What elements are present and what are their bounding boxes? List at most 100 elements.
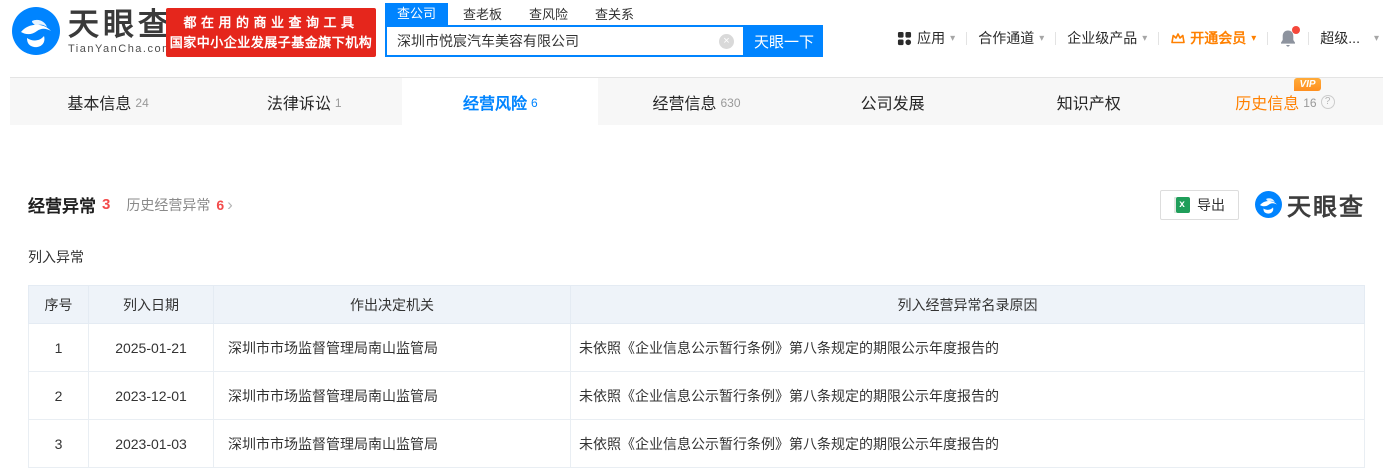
promo-banner-line2: 国家中小企业发展子基金旗下机构	[169, 35, 373, 50]
notification-bell[interactable]	[1279, 25, 1301, 48]
tab-business-risk[interactable]: 经营风险 6	[402, 78, 599, 125]
nav-label-apps: 应用	[917, 30, 946, 46]
search-tabs: 查公司 查老板 查风险 查关系	[385, 3, 823, 25]
tab-inner: 经营信息 630	[652, 90, 740, 114]
history-link-label: 历史经营异常	[126, 196, 211, 213]
tab-label: 知识产权	[1056, 95, 1121, 113]
brand-text: 天眼查 TianYanCha.com	[68, 7, 173, 55]
tab-label: 经营风险	[463, 95, 528, 113]
tab-count: 1	[334, 95, 342, 110]
tab-label: 法律诉讼	[266, 95, 331, 113]
notification-dot	[1292, 25, 1301, 34]
main-content: 经营异常 3 历史经营异常 6 › x 导出 天眼查 列入异常 序号 列入日期 …	[0, 187, 1393, 468]
cell-date: 2025-01-21	[88, 323, 214, 372]
tab-company-development[interactable]: 公司发展	[795, 78, 991, 125]
tab-label: 基本信息	[67, 95, 132, 113]
nav-item-enterprise[interactable]: 企业级产品 ▾	[1067, 28, 1147, 48]
tab-label: 经营信息	[652, 95, 717, 113]
search-tab-relation[interactable]: 查关系	[595, 5, 634, 25]
nav-item-partner[interactable]: 合作通道 ▾	[978, 28, 1044, 48]
tab-label: 历史信息	[1235, 95, 1300, 113]
search-row: × 天眼一下	[385, 25, 823, 57]
history-link-count: 6	[216, 196, 225, 213]
section-actions: x 导出 天眼查	[1160, 187, 1365, 222]
nav-divider	[1308, 31, 1310, 45]
nav-divider	[1055, 31, 1057, 45]
help-icon[interactable]: ?	[1320, 94, 1335, 109]
tab-count: 16	[1303, 95, 1317, 110]
export-button[interactable]: x 导出	[1160, 189, 1239, 220]
cell-reason: 未依照《企业信息公示暂行条例》第八条规定的期限公示年度报告的	[570, 371, 1365, 420]
tab-basic-info[interactable]: 基本信息 24	[10, 78, 206, 125]
cell-authority: 深圳市市场监督管理局南山监管局	[213, 371, 571, 420]
tianyancha-swirl-icon	[12, 7, 60, 55]
brand-domain: TianYanCha.com	[68, 42, 173, 55]
cell-date: 2023-01-03	[88, 419, 214, 468]
history-abnormal-link[interactable]: 历史经营异常 6 ›	[126, 195, 232, 215]
nav-divider	[966, 31, 968, 45]
table-header-row: 序号 列入日期 作出决定机关 列入经营异常名录原因	[28, 285, 1365, 324]
cell-authority: 深圳市市场监督管理局南山监管局	[213, 323, 571, 372]
col-header-index: 序号	[28, 285, 89, 324]
promo-banner-line1: 都在用的商业查询工具	[183, 15, 359, 30]
cell-index: 2	[28, 371, 89, 420]
cell-reason: 未依照《企业信息公示暂行条例》第八条规定的期限公示年度报告的	[570, 323, 1365, 372]
section-title: 经营异常	[28, 197, 96, 216]
cell-authority: 深圳市市场监督管理局南山监管局	[213, 419, 571, 468]
cell-index: 3	[28, 419, 89, 468]
cell-reason: 未依照《企业信息公示暂行条例》第八条规定的期限公示年度报告的	[570, 419, 1365, 468]
tab-inner: 基本信息 24	[67, 90, 148, 114]
tianyancha-page: 天眼查 TianYanCha.com 都在用的商业查询工具 国家中小企业发展子基…	[0, 0, 1393, 468]
tab-count: 630	[720, 95, 741, 110]
tab-label: 公司发展	[860, 95, 925, 113]
search-block: 查公司 查老板 查风险 查关系 × 天眼一下	[385, 3, 823, 57]
nav-divider	[1158, 31, 1160, 45]
watermark-text: 天眼查	[1287, 194, 1365, 221]
subsection-title: 列入异常	[28, 249, 84, 265]
tianyancha-swirl-icon	[1255, 191, 1282, 218]
caret-down-icon: ▾	[1142, 32, 1148, 44]
caret-down-icon: ▾	[1251, 32, 1257, 44]
tab-intellectual-property[interactable]: 知识产权	[991, 78, 1187, 125]
tab-inner: VIP 历史信息 16 ?	[1235, 77, 1335, 114]
promo-banner: 都在用的商业查询工具 国家中小企业发展子基金旗下机构	[166, 8, 376, 57]
brand-logo[interactable]: 天眼查 TianYanCha.com	[12, 7, 173, 55]
chevron-right-icon: ›	[227, 194, 233, 214]
nav-item-apps[interactable]: 应用 ▾	[897, 28, 955, 48]
nav-label-partner: 合作通道	[978, 30, 1035, 46]
search-button[interactable]: 天眼一下	[745, 25, 823, 57]
search-tab-risk[interactable]: 查风险	[529, 5, 568, 25]
watermark-logo: 天眼查	[1255, 187, 1365, 222]
tab-count: 6	[531, 95, 538, 110]
table-row: 1 2025-01-21 深圳市市场监督管理局南山监管局 未依照《企业信息公示暂…	[28, 323, 1365, 372]
search-input-wrap: ×	[385, 25, 745, 57]
tab-history-info[interactable]: VIP 历史信息 16 ?	[1187, 77, 1383, 125]
search-tab-company[interactable]: 查公司	[385, 3, 449, 25]
caret-down-icon: ▾	[950, 32, 956, 44]
crown-icon	[1171, 33, 1186, 44]
nav-item-account[interactable]: 超级... ▾	[1320, 28, 1379, 48]
excel-icon: x	[1174, 196, 1190, 213]
search-tab-boss[interactable]: 查老板	[463, 5, 502, 25]
tab-legal-proceedings[interactable]: 法律诉讼 1	[206, 78, 402, 125]
top-nav: 应用 ▾ 合作通道 ▾ 企业级产品 ▾ 开通会员 ▾ 超级... ▾	[897, 25, 1379, 51]
clear-icon[interactable]: ×	[719, 34, 734, 49]
nav-item-vip[interactable]: 开通会员 ▾	[1170, 28, 1256, 48]
tab-inner: 知识产权	[1057, 90, 1121, 114]
tab-inner: 公司发展	[861, 90, 925, 114]
nav-label-enterprise: 企业级产品	[1067, 30, 1138, 46]
vip-badge: VIP	[1294, 77, 1321, 91]
nav-label-account: 超级...	[1320, 30, 1360, 46]
nav-divider	[1267, 31, 1269, 45]
caret-down-icon: ▾	[1373, 32, 1379, 44]
col-header-date: 列入日期	[88, 285, 214, 324]
export-label: 导出	[1197, 196, 1225, 213]
company-tab-bar: 基本信息 24 法律诉讼 1 经营风险 6 经营信息 630 公司发展 知识产权…	[10, 77, 1383, 125]
table-row: 3 2023-01-03 深圳市市场监督管理局南山监管局 未依照《企业信息公示暂…	[28, 419, 1365, 468]
tab-business-info[interactable]: 经营信息 630	[598, 78, 794, 125]
cell-date: 2023-12-01	[88, 371, 214, 420]
tab-inner: 经营风险 6	[463, 90, 538, 114]
search-input[interactable]	[387, 27, 743, 55]
apps-grid-icon	[898, 31, 912, 45]
section-count: 3	[102, 196, 111, 213]
